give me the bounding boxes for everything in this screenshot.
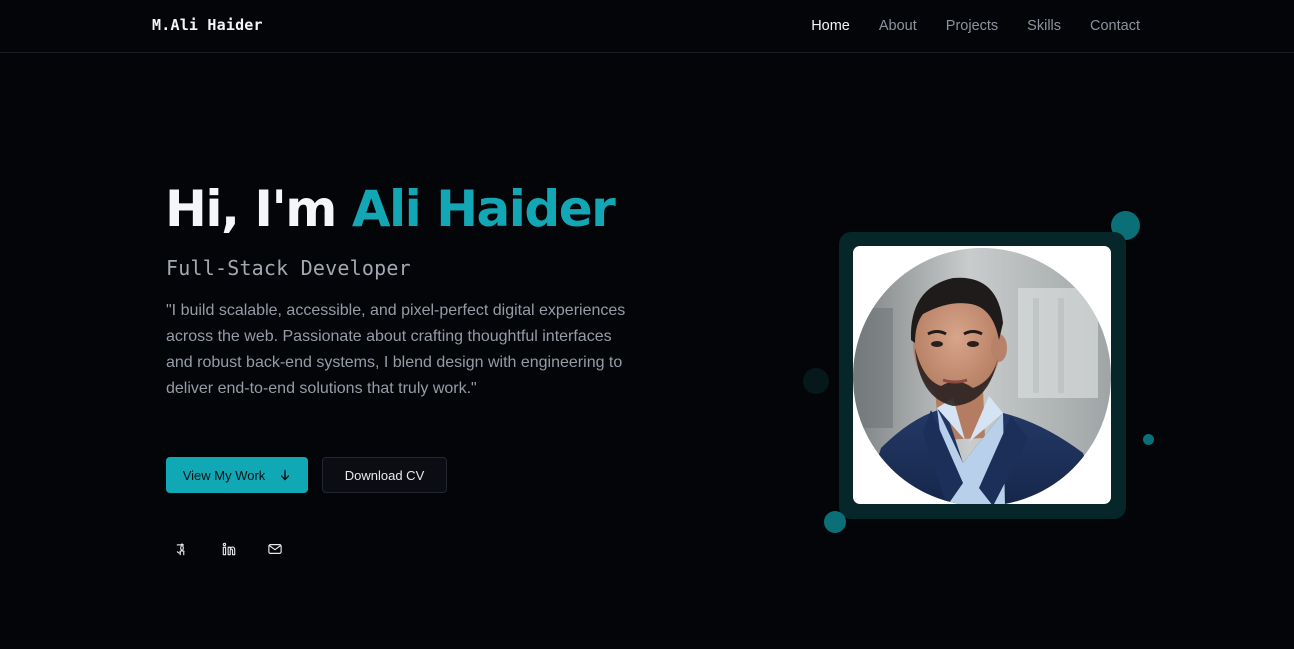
portrait-card (853, 246, 1111, 504)
github-icon[interactable] (172, 539, 192, 559)
nav-skills[interactable]: Skills (1027, 18, 1061, 34)
hero-name: Ali Haider (351, 180, 616, 238)
main-nav: Home About Projects Skills Contact (782, 18, 1140, 34)
download-cv-button[interactable]: Download CV (322, 457, 447, 493)
hero-title: Hi, I'm Ali Haider (165, 180, 616, 238)
view-my-work-button[interactable]: View My Work (166, 457, 308, 493)
profile-photo (853, 248, 1111, 504)
hero-role: Full-Stack Developer (166, 256, 411, 280)
mail-icon[interactable] (265, 539, 285, 559)
arrow-down-icon (279, 469, 291, 481)
decorative-dot (1143, 434, 1154, 445)
hero-greeting: Hi, I'm (165, 180, 352, 238)
decorative-dot (824, 511, 846, 533)
download-cv-label: Download CV (344, 467, 425, 483)
nav-contact[interactable]: Contact (1090, 18, 1140, 34)
nav-projects[interactable]: Projects (946, 18, 998, 34)
hero-bio: "I build scalable, accessible, and pixel… (166, 302, 626, 397)
view-my-work-label: View My Work (182, 467, 266, 483)
decorative-dot (803, 368, 829, 394)
linkedin-icon[interactable] (219, 539, 239, 559)
site-header: M.Ali Haider Home About Projects Skills … (0, 0, 1294, 53)
nav-about[interactable]: About (879, 18, 917, 34)
logo[interactable]: M.Ali Haider (152, 16, 263, 34)
nav-home[interactable]: Home (811, 18, 850, 34)
